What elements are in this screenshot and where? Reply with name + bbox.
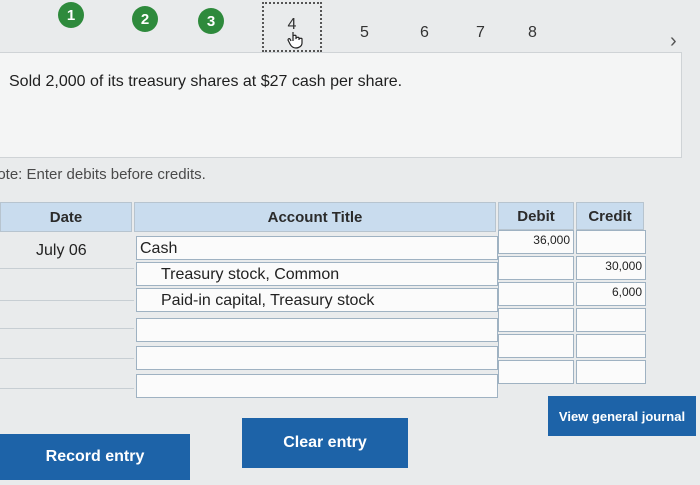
credit-input-row4[interactable]	[576, 308, 646, 332]
step-8-button[interactable]: 8	[528, 24, 537, 42]
debit-input-row6[interactable]	[498, 360, 574, 384]
account-input-row4[interactable]	[136, 318, 498, 342]
debit-input-row2[interactable]	[498, 256, 574, 280]
account-input-row3[interactable]: Paid-in capital, Treasury stock	[136, 288, 498, 312]
account-input-row5[interactable]	[136, 346, 498, 370]
header-date: Date	[0, 202, 132, 232]
entry-date: July 06	[36, 242, 87, 259]
debit-input-row5[interactable]	[498, 334, 574, 358]
step-7-button[interactable]: 7	[476, 24, 485, 42]
question-panel: Sold 2,000 of its treasury shares at $27…	[0, 52, 682, 158]
credit-input-row6[interactable]	[576, 360, 646, 384]
credit-input-row3[interactable]: 6,000	[576, 282, 646, 306]
step-4-current[interactable]: 4	[262, 2, 322, 52]
question-text: Sold 2,000 of its treasury shares at $27…	[9, 73, 403, 90]
credit-input-row2[interactable]: 30,000	[576, 256, 646, 280]
step-2-button[interactable]: 2	[132, 6, 158, 32]
question-stepper: 1 2 3 4 5 6 7 8 ›	[0, 0, 700, 52]
credit-input-row1[interactable]	[576, 230, 646, 254]
header-account-title: Account Title	[134, 202, 496, 232]
account-input-row6[interactable]	[136, 374, 498, 398]
debit-input-row3[interactable]	[498, 282, 574, 306]
debit-input-row4[interactable]	[498, 308, 574, 332]
account-input-row1[interactable]: Cash	[136, 236, 498, 260]
hand-pointer-icon	[287, 32, 303, 49]
instruction-note: lote: Enter debits before credits.	[0, 166, 206, 183]
step-5-button[interactable]: 5	[360, 24, 369, 42]
view-general-journal-button[interactable]: View general journal	[548, 396, 696, 436]
step-1-button[interactable]: 1	[58, 2, 84, 28]
account-input-row2[interactable]: Treasury stock, Common	[136, 262, 498, 286]
next-chevron-icon[interactable]: ›	[670, 30, 677, 53]
step-6-button[interactable]: 6	[420, 24, 429, 42]
debit-input-row1[interactable]: 36,000	[498, 230, 574, 254]
step-3-button[interactable]: 3	[198, 8, 224, 34]
clear-entry-button[interactable]: Clear entry	[242, 418, 408, 468]
header-credit: Credit	[576, 202, 644, 230]
record-entry-button[interactable]: Record entry	[0, 434, 190, 480]
header-debit: Debit	[498, 202, 574, 230]
credit-input-row5[interactable]	[576, 334, 646, 358]
